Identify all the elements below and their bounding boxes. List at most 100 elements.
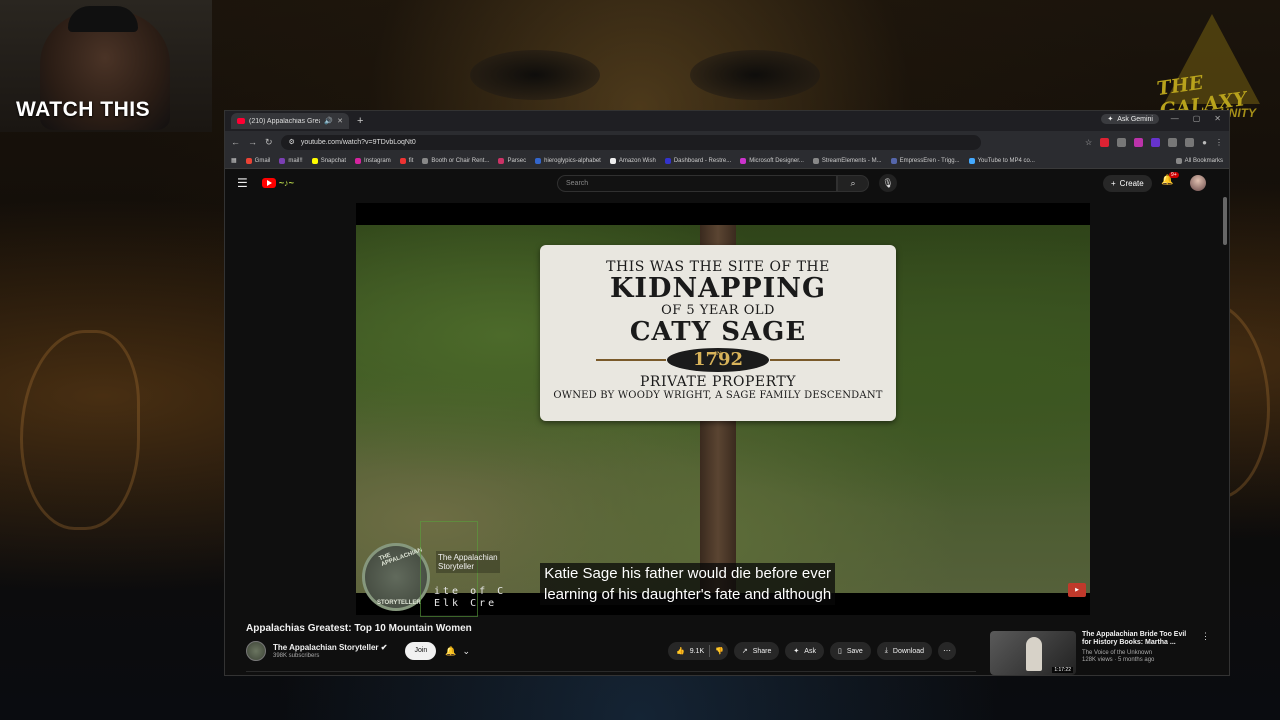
search-icon: ⌕ — [850, 178, 856, 188]
channel-avatar[interactable] — [246, 641, 266, 661]
youtube-doodle-icon: ~♪~ — [278, 178, 294, 188]
account-avatar[interactable] — [1190, 175, 1206, 191]
ask-button[interactable]: ✦ Ask — [785, 642, 824, 660]
notification-badge: 9+ — [1169, 172, 1179, 178]
window-controls: — ▢ ✕ — [1171, 114, 1221, 123]
youtube-play-icon — [261, 178, 276, 188]
extensions-toolbar: ☆ ● ⋮ — [1085, 137, 1223, 147]
closed-captions: Katie Sage his father would die before e… — [540, 563, 836, 605]
channel-name[interactable]: The Appalachian Storyteller ✔ — [273, 643, 387, 652]
extension-icon[interactable] — [1117, 137, 1127, 147]
more-actions-button[interactable]: ⋯ — [938, 642, 957, 660]
flourish-decoration — [596, 359, 666, 361]
sign-line: OWNED BY WOODY WRIGHT, A SAGE FAMILY DES… — [553, 390, 883, 401]
ask-gemini-button[interactable]: ✦ Ask Gemini — [1101, 114, 1159, 124]
join-button[interactable]: Join — [405, 642, 437, 660]
extension-icon[interactable] — [1185, 137, 1195, 147]
browser-tab[interactable]: (210) Appalachias Greatest 🔊 ✕ — [231, 113, 349, 129]
bookmark-item[interactable]: mail!! — [279, 157, 303, 164]
save-button[interactable]: ▯ Save — [829, 642, 871, 660]
voice-search-button[interactable]: 🎙 — [879, 174, 897, 192]
recommended-info: The Appalachian Bride Too Evil for Histo… — [1082, 631, 1195, 675]
bookmark-item[interactable]: Microsoft Designer... — [740, 157, 804, 164]
search-button[interactable]: ⌕ — [837, 175, 869, 192]
youtube-logo[interactable]: ~♪~ — [261, 178, 294, 188]
verified-icon: ✔ — [380, 643, 388, 652]
extension-icon[interactable] — [1168, 137, 1178, 147]
extension-icon[interactable] — [1134, 137, 1144, 147]
watermark-text: STORYTELLER — [377, 600, 421, 606]
bell-icon: 🔔 — [445, 645, 457, 656]
video-title: Appalachias Greatest: Top 10 Mountain Wo… — [246, 623, 472, 634]
create-label: Create — [1119, 179, 1144, 188]
hamburger-menu-icon[interactable]: ☰ — [237, 176, 248, 190]
background-eye-left — [470, 50, 600, 100]
profile-icon[interactable]: ● — [1202, 138, 1207, 147]
sign-year-prefix: IN — [714, 351, 722, 357]
streamer-hat — [68, 6, 138, 32]
recommended-channel[interactable]: The Voice of the Unknown — [1082, 650, 1195, 656]
close-tab-icon[interactable]: ✕ — [337, 117, 343, 125]
extension-icon[interactable] — [1100, 137, 1110, 147]
channel-overlay: The Appalachian Storyteller — [436, 551, 500, 573]
plus-icon: + — [1111, 179, 1116, 188]
bookmark-item[interactable]: Parsec — [498, 157, 526, 164]
subscribe-watermark-icon[interactable]: ▶ — [1068, 583, 1086, 597]
video-player[interactable]: THIS WAS THE SITE OF THE KIDNAPPING OF 5… — [356, 203, 1090, 617]
bookmark-item[interactable]: Amazon Wish — [609, 157, 656, 164]
apps-grid-icon[interactable]: ▦ — [231, 157, 237, 164]
sparkle-icon: ✦ — [793, 648, 800, 655]
extension-icon[interactable] — [1151, 137, 1161, 147]
kebab-menu-icon[interactable]: ⋮ — [1201, 631, 1210, 675]
sign-line: OF 5 YEAR OLD — [661, 303, 775, 318]
bookmark-item[interactable]: hieroglypics-alphabet — [535, 157, 601, 164]
new-tab-button[interactable]: + — [357, 115, 363, 127]
tab-bar: (210) Appalachias Greatest 🔊 ✕ + ✦ Ask G… — [225, 111, 1229, 131]
site-info-icon[interactable]: ⚙ — [289, 138, 295, 146]
page-scrollbar[interactable] — [1223, 197, 1227, 245]
recommended-video[interactable]: 1:17:22 The Appalachian Bride Too Evil f… — [990, 631, 1210, 675]
bookmark-item[interactable]: Dashboard - Restre... — [664, 157, 731, 164]
subscribed-bell-button[interactable]: 🔔 ⌄ — [445, 646, 470, 657]
download-button[interactable]: ⤓ Download — [876, 642, 933, 660]
bookmark-item[interactable]: Gmail — [245, 157, 270, 164]
reload-icon[interactable]: ↻ — [265, 137, 273, 148]
recommended-meta: 128K views · 5 months ago — [1082, 657, 1155, 663]
back-icon[interactable]: ← — [231, 137, 240, 147]
tab-title: (210) Appalachias Greatest — [249, 117, 320, 125]
webcam-overlay: WATCH THIS — [0, 0, 212, 132]
bookmark-item[interactable]: Snapchat — [311, 157, 346, 164]
bookmark-item[interactable]: Booth or Chair Rent... — [422, 157, 489, 164]
thumbs-down-icon[interactable]: 👎 — [715, 647, 724, 655]
divider — [246, 671, 976, 672]
thumbs-up-icon[interactable]: 👍 — [676, 647, 685, 655]
gmail-icon — [245, 157, 252, 164]
bookmark-item[interactable]: StreamElements - M... — [812, 157, 882, 164]
bookmark-item[interactable]: fit — [399, 157, 413, 164]
minimize-icon[interactable]: — — [1171, 114, 1179, 123]
address-bar: ← → ↻ ⚙ youtube.com/watch?v=9TDvbLoqNt0 … — [225, 131, 1229, 153]
bookmark-star-icon[interactable]: ☆ — [1085, 138, 1092, 147]
like-dislike-button[interactable]: 👍 9.1K 👎 — [668, 642, 728, 660]
speaker-icon[interactable]: 🔊 — [324, 117, 333, 125]
close-window-icon[interactable]: ✕ — [1214, 114, 1221, 123]
forward-icon[interactable]: → — [248, 137, 257, 147]
url-input[interactable]: ⚙ youtube.com/watch?v=9TDvbLoqNt0 — [280, 134, 981, 150]
bookmark-item[interactable]: YouTube to MP4 co... — [968, 157, 1035, 164]
share-button[interactable]: ↗ Share — [733, 642, 780, 660]
menu-kebab-icon[interactable]: ⋮ — [1215, 138, 1223, 147]
channel-meta: The Appalachian Storyteller ✔ 398K subsc… — [273, 643, 387, 659]
recommended-title[interactable]: The Appalachian Bride Too Evil for Histo… — [1082, 631, 1195, 647]
maximize-icon[interactable]: ▢ — [1193, 114, 1201, 123]
youtube-header: ☰ ~♪~ Search ⌕ 🎙 + Create 🔔 9+ — [225, 169, 1229, 197]
recommended-thumbnail[interactable]: 1:17:22 — [990, 631, 1076, 675]
lower-third-text: ite of C Elk Cre — [434, 586, 506, 610]
all-bookmarks[interactable]: All Bookmarks — [1175, 157, 1223, 164]
create-button[interactable]: + Create — [1103, 175, 1152, 192]
search-input[interactable]: Search — [557, 175, 837, 192]
bookmark-item[interactable]: EmpressEren - Trigg... — [890, 157, 960, 164]
channel-row: The Appalachian Storyteller ✔ 398K subsc… — [246, 641, 470, 661]
lower-third-line: Elk Cre — [434, 598, 498, 609]
webcam-label: WATCH THIS — [16, 98, 151, 121]
bookmark-item[interactable]: Instagram — [355, 157, 391, 164]
